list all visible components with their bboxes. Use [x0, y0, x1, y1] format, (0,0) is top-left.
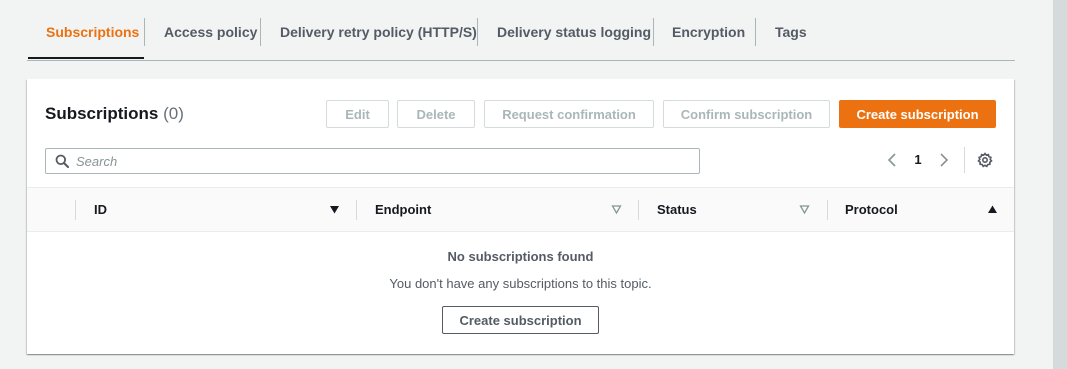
gear-icon[interactable]: [977, 152, 993, 168]
panel-title: Subscriptions: [45, 104, 159, 123]
column-header-status[interactable]: Status: [657, 201, 697, 219]
active-tab-indicator: [28, 57, 144, 59]
sort-ascending-icon[interactable]: [987, 204, 998, 215]
tab-delivery-status-logging[interactable]: Delivery status logging: [497, 18, 651, 46]
subscriptions-panel: Subscriptions (0) Edit Delete Request co…: [27, 79, 1014, 354]
delete-button[interactable]: Delete: [397, 100, 475, 128]
pagination-current-page[interactable]: 1: [910, 150, 926, 170]
panel-header: Subscriptions (0): [45, 104, 184, 124]
tab-delivery-retry-policy[interactable]: Delivery retry policy (HTTP/S): [280, 18, 477, 46]
empty-state-title: No subscriptions found: [447, 249, 594, 264]
tab-divider: [477, 18, 478, 46]
tab-encryption[interactable]: Encryption: [672, 18, 745, 46]
confirm-subscription-button[interactable]: Confirm subscription: [663, 100, 830, 128]
tab-bar: Subscriptions Access policy Delivery ret…: [27, 0, 1015, 61]
sort-descending-icon[interactable]: [799, 204, 810, 215]
pagination-divider: [964, 147, 965, 173]
chevron-right-icon[interactable]: [936, 150, 952, 170]
sort-descending-icon[interactable]: [611, 204, 622, 215]
column-header-id[interactable]: ID: [94, 201, 107, 219]
column-divider: [638, 200, 639, 220]
column-divider: [356, 200, 357, 220]
tab-access-policy[interactable]: Access policy: [164, 18, 257, 46]
chevron-left-icon[interactable]: [884, 150, 900, 170]
search-icon: [55, 154, 69, 168]
column-divider: [75, 200, 76, 220]
page: Subscriptions Access policy Delivery ret…: [0, 0, 1067, 369]
empty-state-description: You don't have any subscriptions to this…: [389, 276, 652, 291]
create-subscription-button[interactable]: Create subscription: [839, 100, 996, 128]
subscription-count: (0): [163, 104, 184, 123]
edit-button[interactable]: Edit: [326, 100, 389, 128]
sort-descending-icon[interactable]: [329, 204, 340, 215]
table-header: ID Endpoint Status Protocol: [27, 187, 1014, 232]
tab-subscriptions[interactable]: Subscriptions: [46, 18, 139, 46]
empty-state-create-subscription-button[interactable]: Create subscription: [442, 306, 599, 334]
request-confirmation-button[interactable]: Request confirmation: [484, 100, 654, 128]
column-divider: [827, 200, 828, 220]
column-header-endpoint[interactable]: Endpoint: [375, 201, 431, 219]
tab-divider: [755, 18, 756, 46]
tab-divider: [653, 18, 654, 46]
tab-divider: [144, 18, 145, 46]
search-input[interactable]: [76, 151, 686, 171]
column-header-protocol[interactable]: Protocol: [845, 201, 898, 219]
scrollbar[interactable]: [1053, 0, 1067, 369]
tab-tags[interactable]: Tags: [775, 18, 807, 46]
search-field[interactable]: [45, 148, 700, 174]
tab-divider: [260, 18, 261, 46]
